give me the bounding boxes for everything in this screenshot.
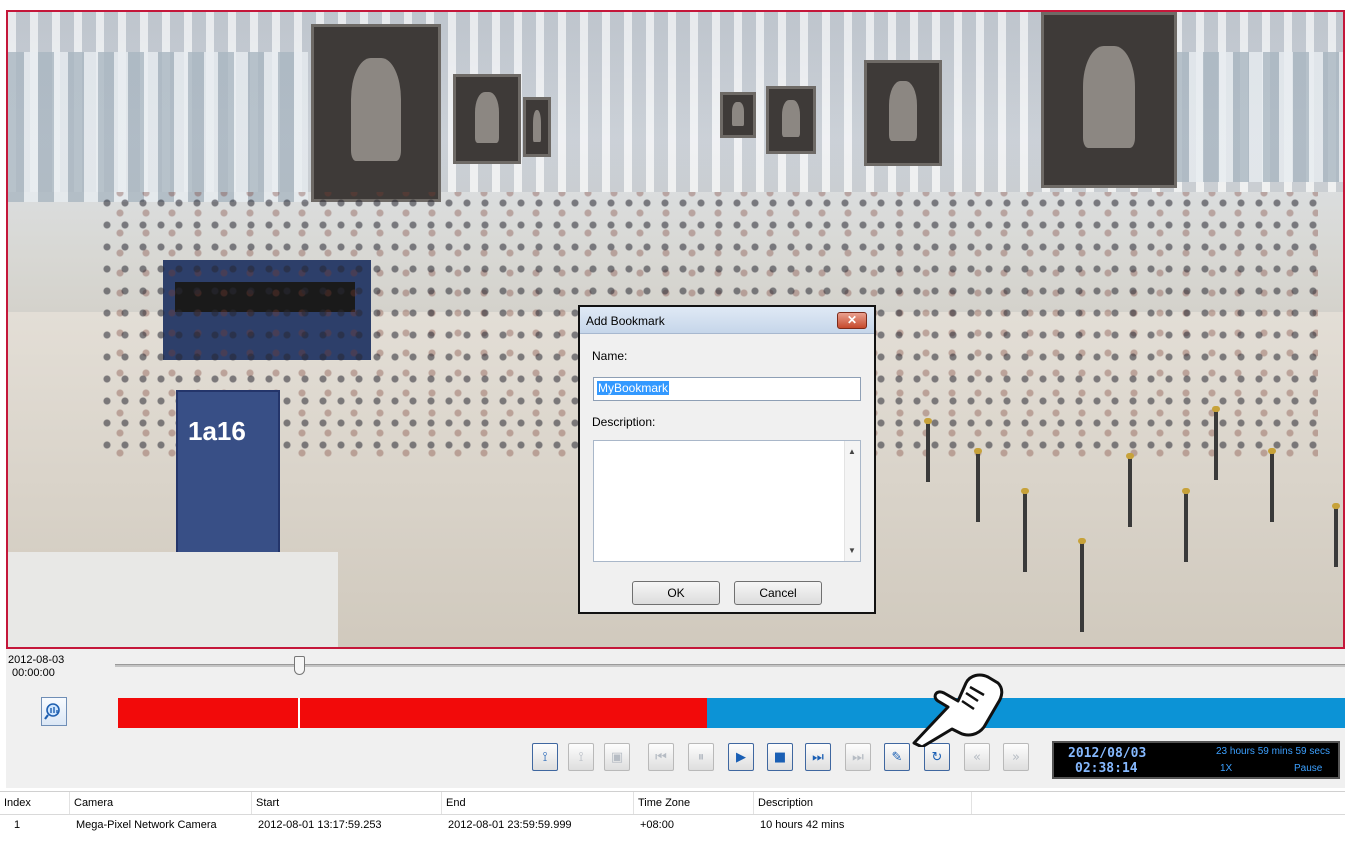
video-queue-pole — [974, 448, 982, 522]
add-bookmark-icon: ✎ — [891, 749, 903, 765]
pause-icon: ⏸ — [697, 749, 705, 765]
export-icon: ▣ — [610, 749, 624, 765]
column-header-camera[interactable]: Camera — [70, 792, 252, 814]
name-input[interactable]: MyBookmark — [593, 377, 861, 401]
add-bookmark-dialog[interactable]: Add Bookmark ✕ Name: MyBookmark Descript… — [578, 305, 876, 614]
video-banner — [1041, 12, 1177, 188]
name-label: Name: — [592, 349, 628, 363]
refresh-button[interactable]: ↻ — [924, 743, 950, 771]
name-input-value: MyBookmark — [597, 381, 670, 395]
description-textarea[interactable]: ▲ ▼ — [593, 440, 861, 562]
video-foreground-block — [8, 552, 338, 647]
column-header-time-zone[interactable]: Time Zone — [634, 792, 754, 814]
cell-end: 2012-08-01 23:59:59.999 — [448, 819, 572, 831]
video-banner — [311, 24, 441, 202]
video-banner — [523, 97, 551, 157]
video-queue-pole — [924, 418, 932, 482]
video-banner — [864, 60, 942, 166]
play-button[interactable]: ▶ — [728, 743, 754, 771]
display-date: 2012/08/03 — [1068, 746, 1147, 761]
description-label: Description: — [592, 415, 656, 429]
add-bookmark-button[interactable]: ✎ — [884, 743, 910, 771]
ok-button[interactable]: OK — [632, 581, 720, 605]
cancel-button[interactable]: Cancel — [734, 581, 822, 605]
slower-icon: « — [973, 749, 981, 765]
faster-icon: » — [1012, 749, 1020, 765]
mark-in-button[interactable]: ⟟ — [532, 743, 558, 771]
play-icon: ▶ — [736, 749, 746, 765]
column-header-start[interactable]: Start — [252, 792, 442, 814]
display-duration: 23 hours 59 mins 59 secs — [1216, 746, 1330, 757]
cell-camera: Mega-Pixel Network Camera — [76, 819, 217, 831]
video-queue-pole — [1268, 448, 1276, 522]
previous-segment-icon: ⏮ — [655, 749, 667, 765]
video-windows-left — [8, 52, 308, 202]
recording-timeline[interactable] — [118, 698, 1345, 728]
video-queue-pole — [1021, 488, 1029, 572]
next-frame-icon: ⏭ — [812, 749, 824, 765]
faster-button[interactable]: » — [1003, 743, 1029, 771]
mark-in-icon: ⟟ — [542, 749, 548, 765]
close-icon[interactable]: ✕ — [837, 312, 867, 329]
description-scrollbar[interactable]: ▲ ▼ — [844, 441, 860, 561]
previous-segment-button[interactable]: ⏮ — [648, 743, 674, 771]
video-queue-pole — [1126, 453, 1134, 527]
export-button[interactable]: ▣ — [604, 743, 630, 771]
next-segment-icon: ⏭ — [852, 749, 864, 765]
dialog-title: Add Bookmark — [586, 314, 665, 328]
column-header-description[interactable]: Description — [754, 792, 972, 814]
video-banner — [720, 92, 756, 138]
stop-icon: ■ — [773, 749, 787, 765]
display-time: 02:38:14 — [1075, 761, 1138, 776]
bookmark-table: Index Camera Start End Time Zone Descrip… — [0, 791, 1345, 867]
zoom-icon — [44, 702, 60, 720]
timeline-start-time: 00:00:00 — [12, 667, 55, 679]
video-queue-pole — [1078, 538, 1086, 632]
time-display: 2012/08/03 02:38:14 23 hours 59 mins 59 … — [1052, 741, 1340, 779]
recorded-segment — [118, 698, 707, 728]
next-frame-button[interactable]: ⏭ — [805, 743, 831, 771]
video-banner — [453, 74, 521, 164]
scroll-down-icon[interactable]: ▼ — [848, 546, 856, 555]
video-queue-pole — [1182, 488, 1190, 562]
refresh-icon: ↻ — [931, 749, 943, 765]
column-header-index[interactable]: Index — [0, 792, 70, 814]
cell-description: 10 hours 42 mins — [760, 819, 845, 831]
next-segment-button[interactable]: ⏭ — [845, 743, 871, 771]
description-value — [594, 441, 860, 447]
timeline-start-label: 2012-08-03 00:00:00 — [8, 654, 64, 680]
timeline-slider-thumb[interactable] — [293, 656, 305, 675]
column-header-end[interactable]: End — [442, 792, 634, 814]
pause-button[interactable]: ⏸ — [688, 743, 714, 771]
scroll-up-icon[interactable]: ▲ — [848, 447, 856, 456]
mark-out-icon: ⟟ — [578, 749, 584, 765]
timeline-zoom-button[interactable] — [41, 697, 67, 726]
video-banner — [766, 86, 816, 154]
cell-time-zone: +08:00 — [640, 819, 674, 831]
display-speed: 1X — [1220, 763, 1233, 774]
video-queue-pole — [1212, 406, 1220, 480]
mark-out-button[interactable]: ⟟ — [568, 743, 594, 771]
cell-index: 1 — [14, 819, 21, 831]
slower-button[interactable]: « — [964, 743, 990, 771]
stop-button[interactable]: ■ — [767, 743, 793, 771]
bookmark-marker — [298, 698, 300, 728]
header-divider — [0, 814, 1345, 815]
dialog-titlebar[interactable]: Add Bookmark ✕ — [580, 307, 874, 334]
pointer-hand-icon — [912, 673, 1004, 747]
cell-start: 2012-08-01 13:17:59.253 — [258, 819, 382, 831]
timeline-start-date: 2012-08-03 — [8, 654, 65, 666]
display-state: Pause — [1294, 763, 1323, 774]
video-queue-pole — [1332, 503, 1340, 567]
video-sign-kiosk: 1a16 — [176, 390, 280, 560]
